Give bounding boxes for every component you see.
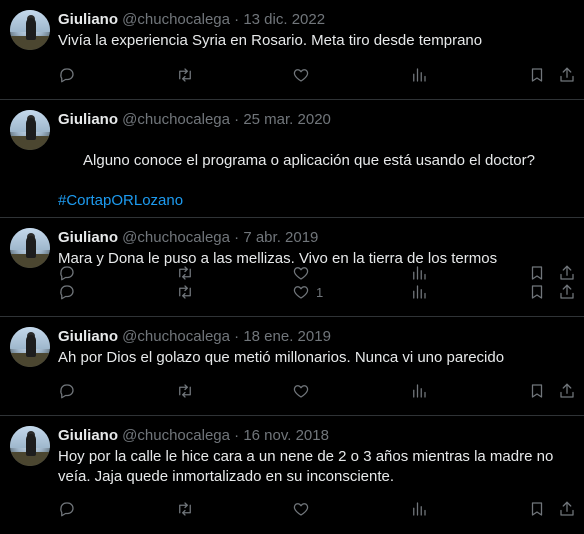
bookmark-icon [531,384,543,398]
tweet-text: Hoy por la calle le hice cara a un nene … [58,448,554,485]
tweet-date[interactable]: 16 nov. 2018 [243,427,329,444]
tweet-actions [58,374,574,412]
share-icon [560,383,574,398]
views-button[interactable] [410,282,428,302]
tweet[interactable]: Giuliano @chuchocalega · 16 nov. 2018 Ho… [0,416,584,534]
share-button[interactable] [558,65,576,85]
author-handle[interactable]: @chuchocalega [122,111,230,128]
reply-icon [60,68,74,83]
like-button[interactable]: 1 [292,282,323,302]
retweet-button[interactable] [176,65,194,85]
views-icon [413,285,426,299]
tweet[interactable]: Giuliano @chuchocalega · 13 dic. 2022 Vi… [0,0,584,100]
tweet-text: Mara y Dona le puso a las mellizas. Vivo… [58,250,498,267]
author-handle[interactable]: @chuchocalega [122,328,230,345]
bookmark-button[interactable] [528,499,546,519]
views-icon [413,384,426,398]
reply-icon [60,285,74,300]
tweet[interactable]: Giuliano @chuchocalega · 7 abr. 2019 Mar… [0,218,584,317]
like-count: 1 [316,284,324,300]
views-button[interactable] [410,65,428,85]
heart-icon [293,69,309,82]
tweet-header: Giuliano @chuchocalega · 13 dic. 2022 [58,10,572,30]
tweet-date[interactable]: 13 dic. 2022 [243,11,325,28]
author-name[interactable]: Giuliano [58,11,118,28]
reply-icon [60,502,74,517]
bookmark-button[interactable] [528,65,546,85]
heart-icon [293,286,309,299]
share-icon [560,67,574,82]
separator: · [234,11,240,28]
share-icon [560,501,574,516]
views-icon [413,502,426,516]
tweet-actions [58,58,574,96]
like-button[interactable] [292,381,316,401]
tweet-actions [58,492,574,530]
avatar[interactable] [10,10,50,50]
author-handle[interactable]: @chuchocalega [122,427,230,444]
share-button[interactable] [558,381,576,401]
retweet-icon [179,285,191,299]
avatar[interactable] [10,327,50,367]
retweet-icon [179,384,191,398]
tweet-header: Giuliano @chuchocalega · 18 ene. 2019 [58,327,572,347]
author-name[interactable]: Giuliano [58,229,118,246]
bookmark-icon [531,68,543,82]
like-button[interactable] [292,499,316,519]
bookmark-button[interactable] [528,282,546,302]
reply-button[interactable] [58,381,76,401]
tweet-actions: 1 [58,275,574,313]
tweet[interactable]: Giuliano @chuchocalega · 18 ene. 2019 Ah… [0,317,584,416]
author-name[interactable]: Giuliano [58,328,118,345]
avatar[interactable] [10,228,50,268]
reply-button[interactable] [58,499,76,519]
author-handle[interactable]: @chuchocalega [122,229,230,246]
reply-button[interactable] [58,282,76,302]
retweet-button[interactable] [176,499,194,519]
tweet[interactable]: Giuliano @chuchocalega · 25 mar. 2020 Al… [0,100,584,281]
bookmark-icon [531,285,543,299]
retweet-icon [179,68,191,82]
avatar[interactable] [10,110,50,150]
author-name[interactable]: Giuliano [58,111,118,128]
share-icon [560,284,574,299]
author-handle[interactable]: @chuchocalega [122,11,230,28]
heart-icon [293,385,309,398]
like-button[interactable] [292,65,316,85]
reply-icon [60,384,74,399]
share-button[interactable] [558,499,576,519]
retweet-button[interactable] [176,381,194,401]
tweet-text: Ah por Dios el golazo que metió millonar… [58,349,505,366]
reply-button[interactable] [58,65,76,85]
tweet-header: Giuliano @chuchocalega · 7 abr. 2019 [58,228,572,248]
tweet-text-body: Alguno conoce el programa o aplicación q… [83,152,535,169]
separator: · [234,111,240,128]
bookmark-icon [531,502,543,516]
tweet-date[interactable]: 18 ene. 2019 [243,328,331,345]
retweet-icon [179,502,191,516]
timeline-feed: Giuliano @chuchocalega · 13 dic. 2022 Vi… [0,0,584,534]
views-button[interactable] [410,381,428,401]
tweet-date[interactable]: 7 abr. 2019 [243,229,318,246]
author-name[interactable]: Giuliano [58,427,118,444]
avatar[interactable] [10,426,50,466]
tweet-text: Viví­a la experiencia Syria en Rosario. … [58,32,483,49]
hashtag-link[interactable]: #CortapORLozano [58,191,572,211]
separator: · [234,328,240,345]
bookmark-button[interactable] [528,381,546,401]
views-icon [413,68,426,82]
heart-icon [293,503,309,516]
tweet-header: Giuliano @chuchocalega · 16 nov. 2018 [58,426,572,446]
tweet-date[interactable]: 25 mar. 2020 [243,111,331,128]
separator: · [234,229,240,246]
share-button[interactable] [558,282,576,302]
views-button[interactable] [410,499,428,519]
tweet-header: Giuliano @chuchocalega · 25 mar. 2020 [58,110,572,130]
separator: · [234,427,240,444]
retweet-button[interactable] [176,282,194,302]
